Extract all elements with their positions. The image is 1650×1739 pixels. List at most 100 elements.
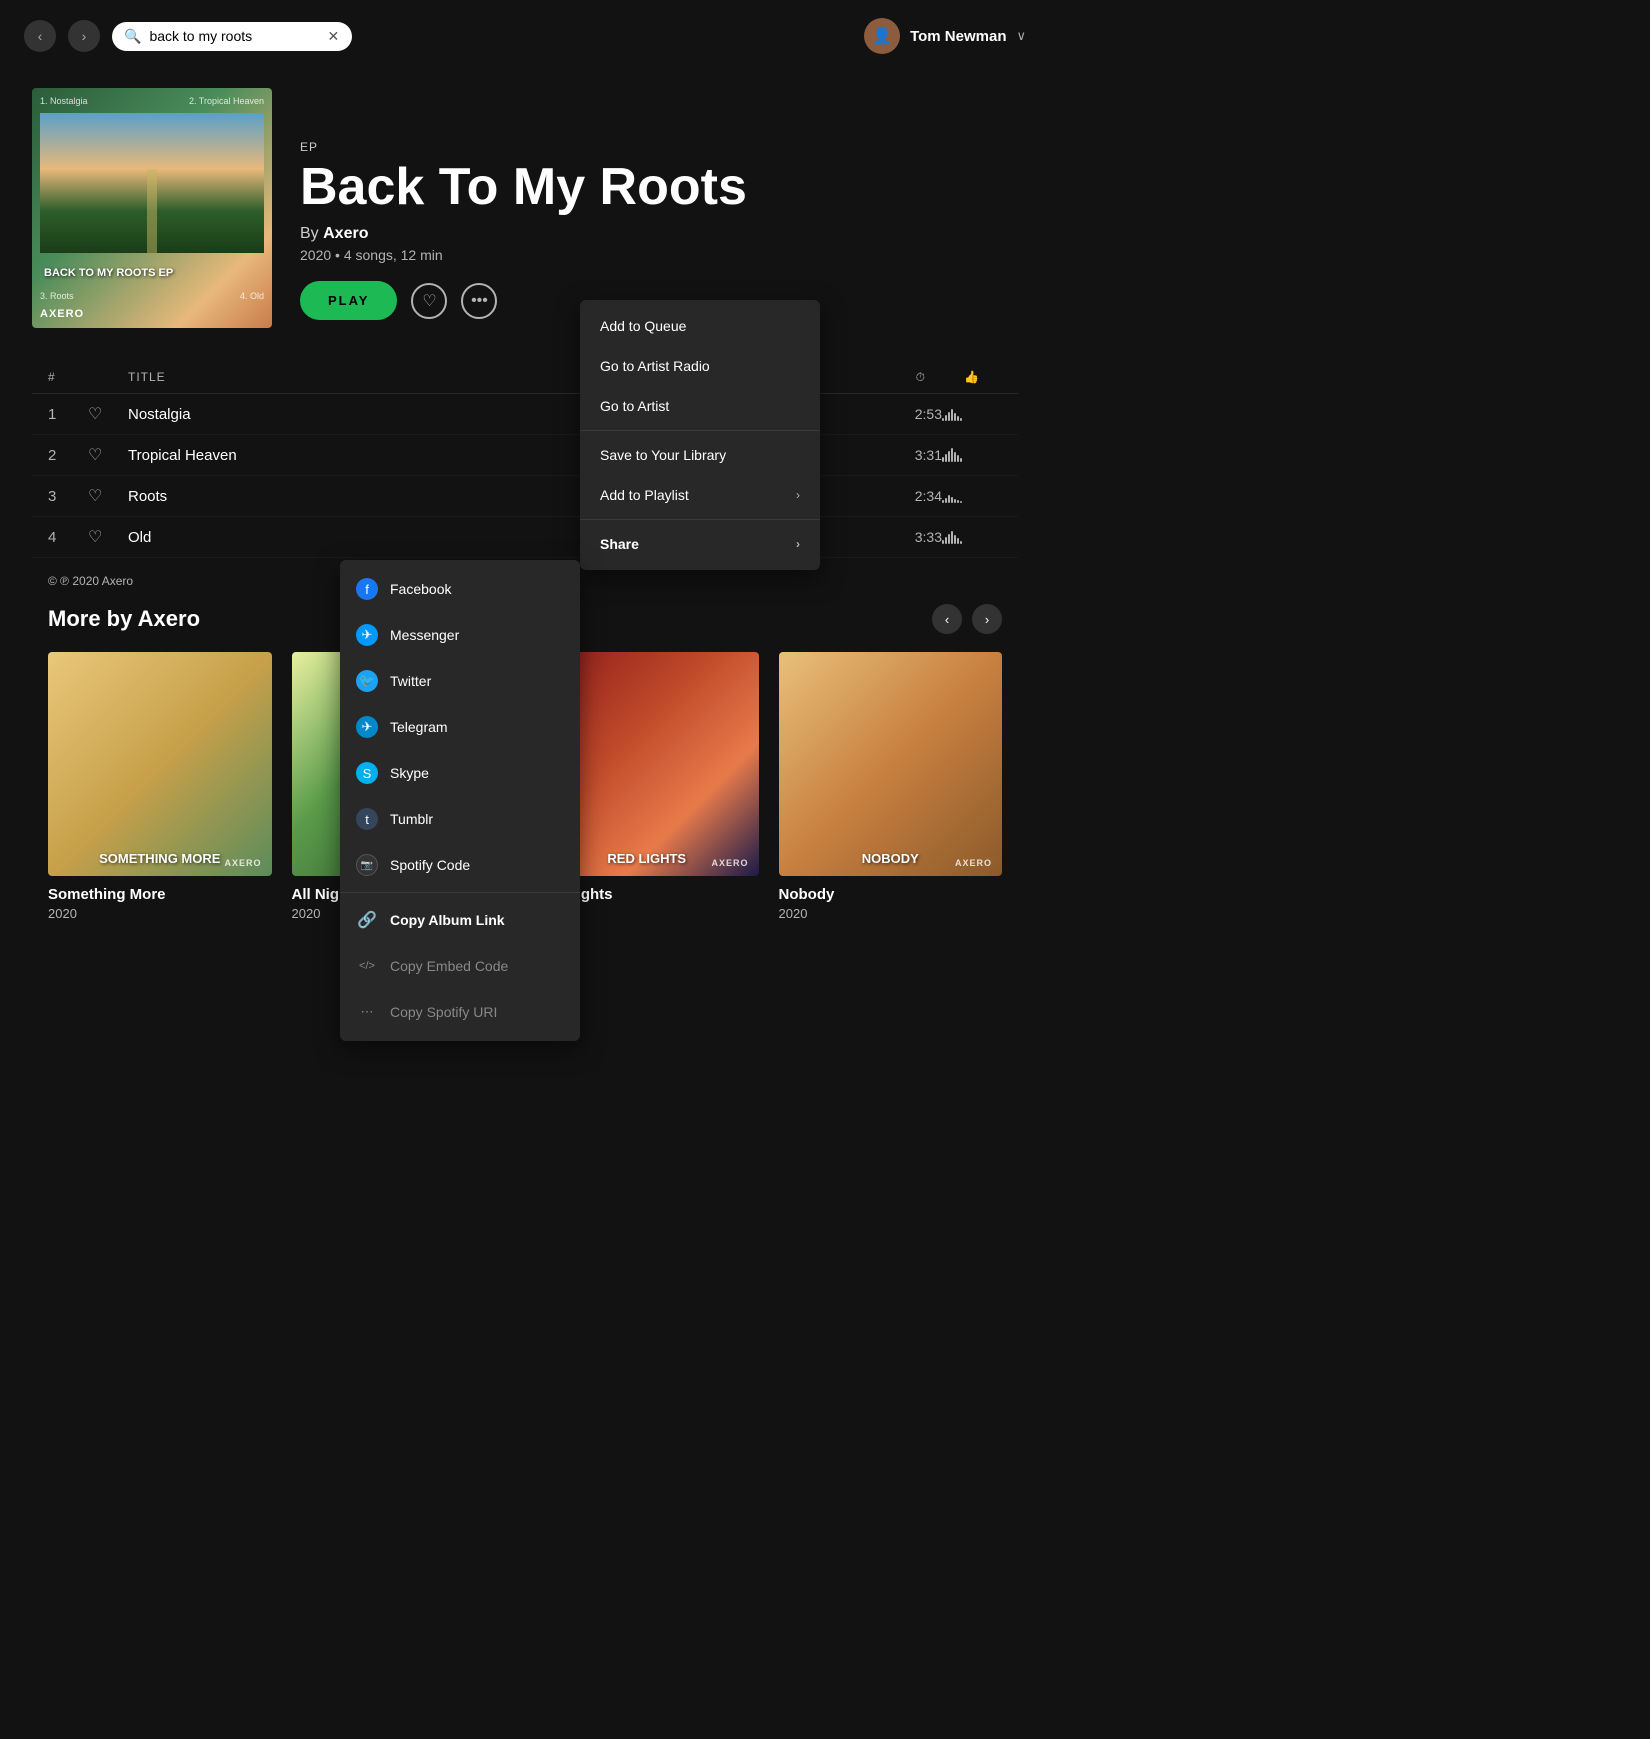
card-logo-overlay: AXERO <box>224 858 261 868</box>
card-title-overlay: SOMETHING MORE <box>99 851 220 866</box>
col-like-header: 👍 <box>942 370 1002 385</box>
forward-arrow-icon: › <box>82 28 87 44</box>
card-logo-overlay: AXERO <box>955 858 992 868</box>
more-by-prev-button[interactable]: ‹ <box>932 604 962 634</box>
top-nav: ‹ › 🔍 ✕ 👤 Tom Newman ∨ <box>0 0 1050 72</box>
share-item-messenger[interactable]: ✈ Messenger <box>340 612 580 658</box>
menu-item-share[interactable]: Share › <box>580 524 820 564</box>
spotify-code-icon: 📷 <box>356 854 378 876</box>
share-item-label: Copy Album Link <box>390 912 505 928</box>
share-item-telegram[interactable]: ✈ Telegram <box>340 704 580 750</box>
search-input[interactable] <box>149 28 319 44</box>
spotify-uri-icon: ⋯ <box>356 1001 378 1023</box>
skype-icon: S <box>356 762 378 784</box>
share-item-copy-spotify-uri[interactable]: ⋯ Copy Spotify URI <box>340 989 580 1035</box>
share-item-copy-embed-code[interactable]: </> Copy Embed Code <box>340 943 580 989</box>
menu-item-save-to-library[interactable]: Save to Your Library <box>580 435 820 475</box>
track-waveform <box>942 489 1002 503</box>
table-row: 2 ♡ Tropical Heaven 3:31 <box>32 435 1018 476</box>
track-duration: 2:34 <box>862 488 942 504</box>
track-heart-icon[interactable]: ♡ <box>88 486 128 506</box>
track-list-header: # TITLE ⏱ 👍 <box>32 362 1018 394</box>
share-item-label: Spotify Code <box>390 857 470 873</box>
album-cover-art: 1. Nostalgia 2. Tropical Heaven BACK TO … <box>32 88 272 328</box>
table-row: 4 ♡ Old 3:33 <box>32 517 1018 558</box>
cover-track3-label: 3. Roots <box>40 291 74 301</box>
facebook-icon: f <box>356 578 378 600</box>
search-icon: 🔍 <box>124 28 141 45</box>
context-menu: Add to Queue Go to Artist Radio Go to Ar… <box>580 300 820 570</box>
tumblr-icon: t <box>356 808 378 830</box>
table-row: 3 ♡ Roots 2:34 <box>32 476 1018 517</box>
list-item[interactable]: NOBODY AXERO Nobody 2020 <box>779 652 1003 921</box>
track-heart-icon[interactable]: ♡ <box>88 527 128 547</box>
cover-logo: AXERO <box>40 308 264 320</box>
share-separator <box>340 892 580 893</box>
menu-item-add-to-queue[interactable]: Add to Queue <box>580 306 820 346</box>
table-row: 1 ♡ Nostalgia 2:53 <box>32 394 1018 435</box>
album-type-label: EP <box>300 140 747 154</box>
close-icon[interactable]: ✕ <box>327 28 339 45</box>
album-meta: 2020 • 4 songs, 12 min <box>300 247 747 263</box>
cover-track4-label: 4. Old <box>240 291 264 301</box>
more-options-button[interactable]: ••• <box>461 283 497 319</box>
share-item-label: Telegram <box>390 719 448 735</box>
album-title: Back To My Roots <box>300 160 747 215</box>
album-card-title: Nobody <box>779 886 1003 903</box>
share-item-label: Skype <box>390 765 429 781</box>
submenu-arrow-icon: › <box>796 488 800 502</box>
search-bar[interactable]: 🔍 ✕ <box>112 22 352 51</box>
menu-item-label: Go to Artist <box>600 398 669 414</box>
username-label: Tom Newman <box>910 28 1006 45</box>
artist-link[interactable]: Axero <box>323 225 368 242</box>
track-number: 1 <box>48 406 88 423</box>
play-button[interactable]: PLAY <box>300 281 397 320</box>
share-item-label: Copy Embed Code <box>390 958 508 974</box>
cover-title: BACK TO MY ROOTS EP <box>44 267 260 279</box>
like-button[interactable]: ♡ <box>411 283 447 319</box>
cover-track1-label: 1. Nostalgia <box>40 96 88 106</box>
more-dots-icon: ••• <box>471 292 488 310</box>
album-card-year: 2020 <box>48 906 272 921</box>
album-card-title: Something More <box>48 886 272 903</box>
forward-button[interactable]: › <box>68 20 100 52</box>
share-submenu: f Facebook ✈ Messenger 🐦 Twitter ✈ Teleg… <box>340 560 580 1041</box>
share-item-skype[interactable]: S Skype <box>340 750 580 796</box>
back-arrow-icon: ‹ <box>38 28 43 44</box>
share-item-tumblr[interactable]: t Tumblr <box>340 796 580 842</box>
menu-item-go-to-artist-radio[interactable]: Go to Artist Radio <box>580 346 820 386</box>
share-item-copy-album-link[interactable]: 🔗 Copy Album Link <box>340 897 580 943</box>
share-item-twitter[interactable]: 🐦 Twitter <box>340 658 580 704</box>
share-item-facebook[interactable]: f Facebook <box>340 566 580 612</box>
card-logo-overlay: AXERO <box>711 858 748 868</box>
copyright-text: © ℗ 2020 Axero <box>48 574 133 588</box>
menu-item-add-to-playlist[interactable]: Add to Playlist › <box>580 475 820 515</box>
share-item-label: Facebook <box>390 581 451 597</box>
menu-item-label: Go to Artist Radio <box>600 358 710 374</box>
messenger-icon: ✈ <box>356 624 378 646</box>
list-item[interactable]: SOMETHING MORE AXERO Something More 2020 <box>48 652 272 921</box>
nav-left: ‹ › 🔍 ✕ <box>24 20 352 52</box>
menu-item-go-to-artist[interactable]: Go to Artist <box>580 386 820 426</box>
track-number: 2 <box>48 447 88 464</box>
chevron-down-icon[interactable]: ∨ <box>1016 28 1026 44</box>
track-list: # TITLE ⏱ 👍 1 ♡ Nostalgia 2:53 2 ♡ Tropi… <box>32 362 1018 558</box>
share-item-label: Tumblr <box>390 811 433 827</box>
share-item-spotify-code[interactable]: 📷 Spotify Code <box>340 842 580 888</box>
menu-separator <box>580 519 820 520</box>
menu-item-label: Add to Playlist <box>600 487 689 503</box>
back-button[interactable]: ‹ <box>24 20 56 52</box>
share-item-label: Twitter <box>390 673 431 689</box>
cover-track2-label: 2. Tropical Heaven <box>189 96 264 106</box>
track-heart-icon[interactable]: ♡ <box>88 404 128 424</box>
col-heart-header <box>88 370 128 385</box>
twitter-icon: 🐦 <box>356 670 378 692</box>
album-card-image: NOBODY AXERO <box>779 652 1003 876</box>
track-heart-icon[interactable]: ♡ <box>88 445 128 465</box>
nav-right: 👤 Tom Newman ∨ <box>864 18 1026 54</box>
album-artist-line: By Axero <box>300 225 747 243</box>
col-duration-header: ⏱ <box>862 370 942 385</box>
more-by-next-button[interactable]: › <box>972 604 1002 634</box>
avatar: 👤 <box>864 18 900 54</box>
col-num-header: # <box>48 370 88 385</box>
